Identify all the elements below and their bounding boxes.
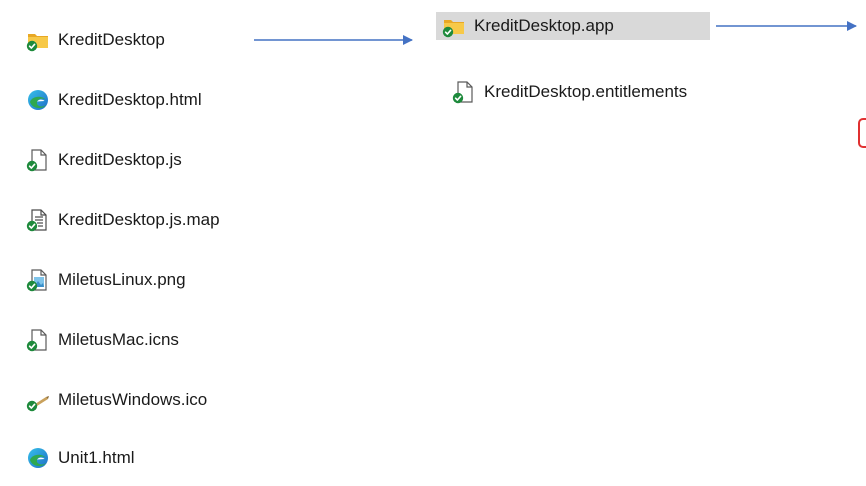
annotation-arrows [254, 21, 857, 45]
annotation-box-fragment [858, 118, 866, 148]
